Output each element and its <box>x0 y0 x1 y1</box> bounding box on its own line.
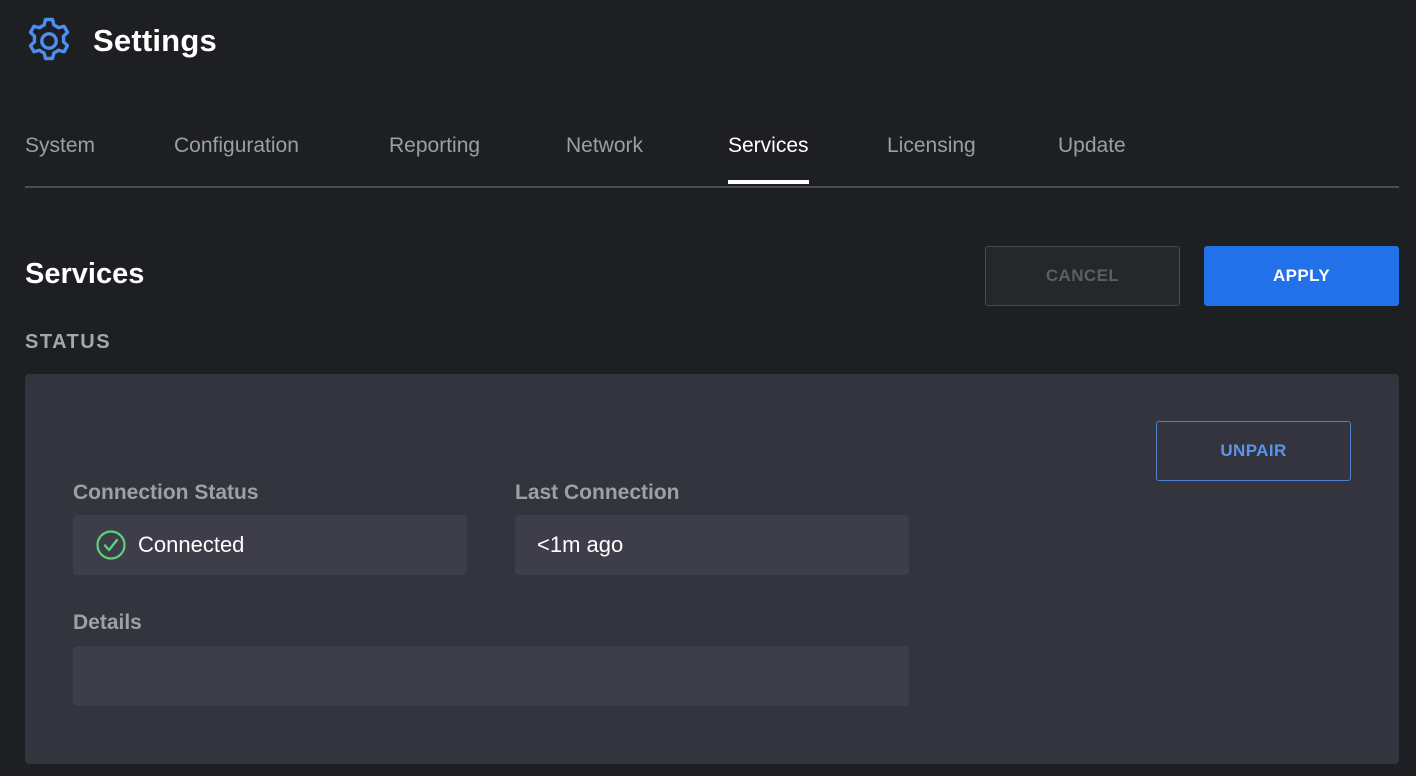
active-tab-indicator <box>728 180 809 184</box>
status-heading: STATUS <box>25 331 112 353</box>
tab-reporting[interactable]: Reporting <box>389 134 480 184</box>
page-header: Settings <box>24 16 217 66</box>
tab-services[interactable]: Services <box>728 134 809 184</box>
settings-page: Settings System Configuration Reporting … <box>0 0 1416 776</box>
check-circle-icon <box>96 530 126 560</box>
tab-label: Network <box>566 134 644 157</box>
cancel-button[interactable]: CANCEL <box>985 246 1180 306</box>
last-connection-label: Last Connection <box>515 481 680 504</box>
connection-status-value: Connected <box>138 532 245 557</box>
apply-button[interactable]: APPLY <box>1204 246 1399 306</box>
section-title: Services <box>25 258 145 290</box>
connection-status-label: Connection Status <box>73 481 259 504</box>
gear-icon <box>28 17 70 61</box>
details-field <box>73 646 909 706</box>
tab-network[interactable]: Network <box>566 134 643 184</box>
tab-update[interactable]: Update <box>1058 134 1126 184</box>
page-title: Settings <box>93 23 217 58</box>
connection-status-field: Connected <box>73 515 467 575</box>
tab-label: System <box>25 134 96 157</box>
tab-licensing[interactable]: Licensing <box>887 134 976 184</box>
tab-label: Services <box>728 134 809 157</box>
tab-label: Configuration <box>174 134 299 157</box>
last-connection-value: <1m ago <box>537 532 624 557</box>
tab-label: Update <box>1058 134 1126 157</box>
tab-label: Licensing <box>887 134 976 157</box>
last-connection-field: <1m ago <box>515 515 909 575</box>
details-label: Details <box>73 611 142 634</box>
status-card: UNPAIR Connection Status Connected Last … <box>25 374 1399 764</box>
unpair-button[interactable]: UNPAIR <box>1156 421 1351 481</box>
tab-configuration[interactable]: Configuration <box>174 134 299 184</box>
settings-tabs: System Configuration Reporting Network S… <box>25 120 1399 188</box>
tab-label: Reporting <box>389 134 481 157</box>
tab-system[interactable]: System <box>25 134 95 184</box>
